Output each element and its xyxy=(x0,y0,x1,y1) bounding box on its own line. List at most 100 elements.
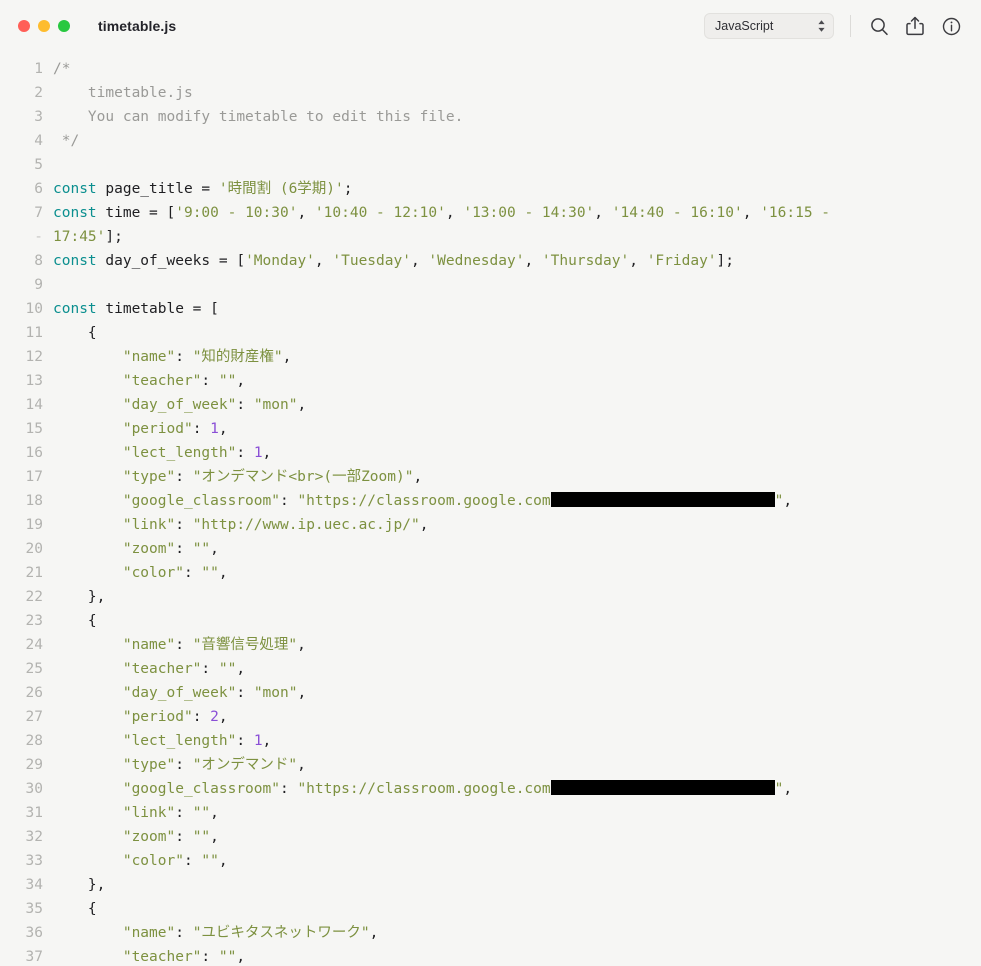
language-select[interactable]: JavaScript xyxy=(704,13,834,39)
token-pun: : xyxy=(201,661,219,677)
token-pun: : xyxy=(236,445,254,461)
code-line: 16 "lect_length": 1, xyxy=(0,441,981,465)
code-line: 18 "google_classroom": "https://classroo… xyxy=(0,489,981,513)
token-str: "" xyxy=(218,373,237,389)
code-line-text: "day_of_week": "mon", xyxy=(43,393,306,417)
token-pun xyxy=(53,661,123,677)
line-number: 14 xyxy=(25,397,43,413)
info-icon[interactable] xyxy=(937,12,965,40)
token-pun: : xyxy=(236,733,254,749)
toolbar-divider xyxy=(850,15,851,37)
window-controls xyxy=(18,20,70,32)
code-line: 21 "color": "", xyxy=(0,561,981,585)
token-str: "color" xyxy=(122,853,184,869)
line-number: 7 xyxy=(34,205,43,221)
token-str: "link" xyxy=(122,517,176,533)
token-pun: : xyxy=(192,709,211,725)
token-str: "zoom" xyxy=(122,829,176,845)
token-pun: : xyxy=(201,949,219,965)
code-line-text: "link": "", xyxy=(43,801,219,825)
code-line-text: 17:45']; xyxy=(43,225,123,249)
token-pun: , xyxy=(594,205,612,221)
token-com: You can modify timetable to edit this fi… xyxy=(53,109,464,125)
search-icon[interactable] xyxy=(865,12,893,40)
code-line: 1 /* xyxy=(0,57,981,81)
token-pun: : xyxy=(175,541,193,557)
code-line-text: "zoom": "", xyxy=(43,825,219,849)
token-pun: , xyxy=(783,493,793,509)
token-str: "type" xyxy=(122,757,176,773)
code-line: 5 xyxy=(0,153,981,177)
token-kw: const xyxy=(53,253,97,269)
code-line: 34 }, xyxy=(0,873,981,897)
token-str: "day_of_week" xyxy=(122,397,237,413)
line-number: 30 xyxy=(25,781,43,797)
token-pun: , xyxy=(218,709,228,725)
redaction-bar xyxy=(550,780,775,795)
token-com: /* xyxy=(53,61,71,77)
token-pun: , xyxy=(210,541,219,557)
token-pun: , xyxy=(419,517,429,533)
line-number: 31 xyxy=(25,805,43,821)
token-str: "period" xyxy=(122,709,193,725)
code-editor[interactable]: 1/* 2 timetable.js 3 You can modify timeta… xyxy=(0,52,981,966)
code-line-text: "google_classroom": "https://classroom.g… xyxy=(43,489,792,513)
token-str: "mon" xyxy=(253,685,298,701)
token-str: "" xyxy=(192,805,211,821)
line-number: 26 xyxy=(25,685,43,701)
code-line: 27 "period": 2, xyxy=(0,705,981,729)
token-pun: ; xyxy=(343,181,353,197)
token-pun: , xyxy=(218,565,228,581)
token-pun: , xyxy=(262,733,272,749)
code-line: 15 "period": 1, xyxy=(0,417,981,441)
code-line: 32 "zoom": "", xyxy=(0,825,981,849)
line-number: 10 xyxy=(25,301,43,317)
code-line: 37 "teacher": "", xyxy=(0,945,981,966)
close-window-button[interactable] xyxy=(18,20,30,32)
token-pun: , xyxy=(524,253,542,269)
code-line-text: "day_of_week": "mon", xyxy=(43,681,306,705)
token-pun: : xyxy=(175,829,193,845)
token-pun: , xyxy=(210,829,219,845)
token-str: '10:40 - 12:10' xyxy=(314,205,446,221)
token-pun: time = [ xyxy=(96,205,176,221)
token-pun xyxy=(53,757,123,773)
token-pun: , xyxy=(218,421,228,437)
code-line-text: "period": 1, xyxy=(43,417,228,441)
token-pun: : xyxy=(175,637,193,653)
token-str: "" xyxy=(218,661,237,677)
share-icon[interactable] xyxy=(901,12,929,40)
redaction-bar xyxy=(550,492,775,507)
token-pun: { xyxy=(53,613,97,629)
code-line-text: }, xyxy=(43,873,105,897)
code-line: 13 "teacher": "", xyxy=(0,369,981,393)
maximize-window-button[interactable] xyxy=(58,20,70,32)
token-pun: : xyxy=(183,853,202,869)
minimize-window-button[interactable] xyxy=(38,20,50,32)
token-pun: }, xyxy=(53,589,106,605)
token-pun xyxy=(53,349,123,365)
code-line-text: */ xyxy=(43,129,79,153)
token-kw: const xyxy=(53,181,97,197)
line-number: 33 xyxy=(25,853,43,869)
token-str: "name" xyxy=(122,637,176,653)
token-pun xyxy=(53,949,123,965)
token-com: */ xyxy=(53,133,80,149)
token-str: "name" xyxy=(122,925,176,941)
line-number: 32 xyxy=(25,829,43,845)
code-line-text: "lect_length": 1, xyxy=(43,729,271,753)
token-str: "google_classroom" xyxy=(122,781,280,797)
line-number: 37 xyxy=(25,949,43,965)
token-str: "" xyxy=(192,829,211,845)
code-line-text: "google_classroom": "https://classroom.g… xyxy=(43,777,792,801)
code-line-text: "teacher": "", xyxy=(43,657,245,681)
line-number: 2 xyxy=(34,85,43,101)
code-line-text: "period": 2, xyxy=(43,705,228,729)
token-pun xyxy=(53,925,123,941)
token-pun: , xyxy=(297,685,307,701)
line-number: 21 xyxy=(25,565,43,581)
token-str: "オンデマンド" xyxy=(192,757,298,773)
token-pun: , xyxy=(262,445,272,461)
token-pun: , xyxy=(314,253,333,269)
token-pun: , xyxy=(297,397,307,413)
